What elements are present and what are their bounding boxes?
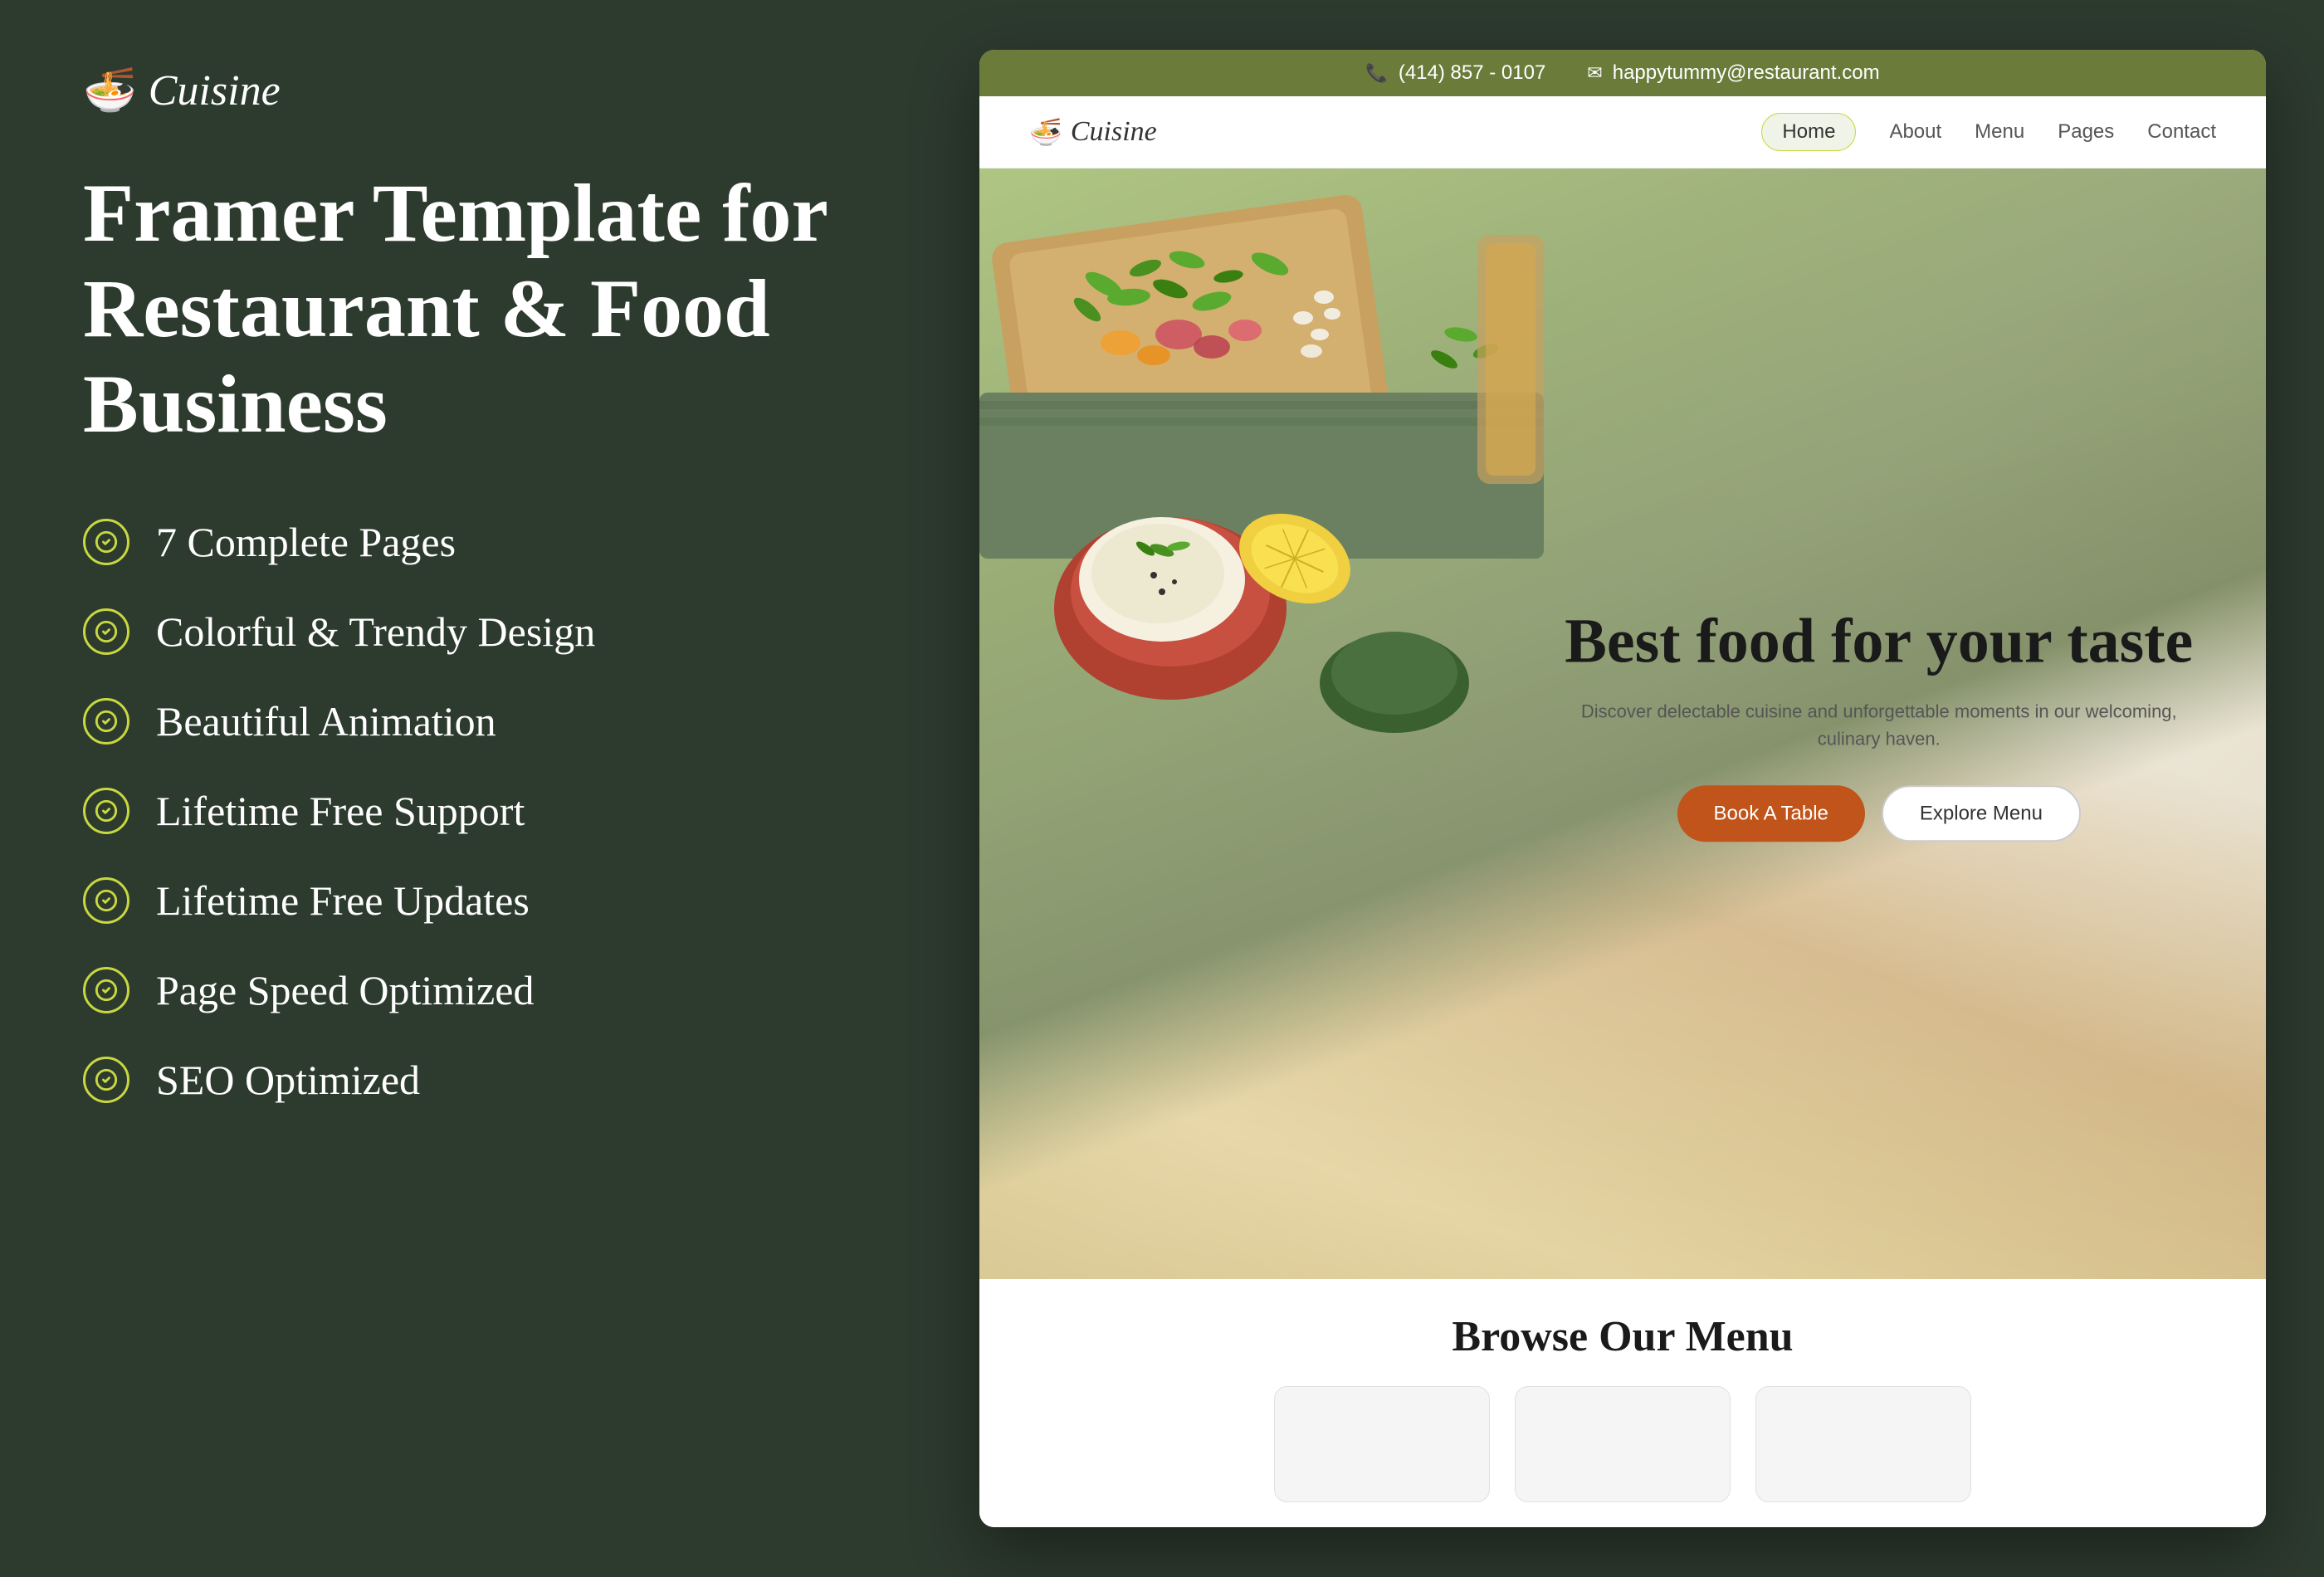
browse-card-3 [1755, 1386, 1971, 1502]
feature-item: SEO Optimized [83, 1056, 830, 1104]
brand-name: Cuisine [149, 66, 281, 115]
nav-link-contact[interactable]: Contact [2147, 120, 2216, 144]
browse-title: Browse Our Menu [1029, 1312, 2216, 1361]
check-icon-1 [83, 519, 129, 565]
check-icon-4 [83, 788, 129, 834]
check-icon-7 [83, 1057, 129, 1103]
feature-label-4: Lifetime Free Support [156, 787, 525, 835]
browse-card-1 [1274, 1386, 1490, 1502]
check-icon-5 [83, 877, 129, 924]
browser-mockup: 📞 (414) 857 - 0107 ✉ happytummy@restaura… [979, 50, 2266, 1527]
brand-icon: 🍜 [83, 70, 137, 113]
topbar-phone: 📞 (414) 857 - 0107 [1365, 61, 1545, 85]
main-title: Framer Template for Restaurant & Food Bu… [83, 165, 830, 452]
email-icon: ✉ [1587, 62, 1602, 84]
nav-link-menu[interactable]: Menu [1975, 120, 2024, 144]
food-illustration [979, 168, 1544, 749]
site-brand-text: Cuisine [1071, 116, 1157, 148]
check-icon-2 [83, 608, 129, 655]
browse-cards [1029, 1386, 2216, 1502]
topbar-email: ✉ happytummy@restaurant.com [1587, 61, 1879, 85]
hero-headline: Best food for your taste [1559, 605, 2200, 677]
main-container: 🍜 Cuisine Framer Template for Restaurant… [0, 0, 2324, 1577]
feature-label-7: SEO Optimized [156, 1056, 420, 1104]
feature-item: Page Speed Optimized [83, 966, 830, 1014]
site-brand: 🍜 Cuisine [1029, 116, 1157, 148]
hero-subtext: Discover delectable cuisine and unforget… [1559, 698, 2200, 753]
nav-link-about[interactable]: About [1889, 120, 1941, 144]
feature-label-1: 7 Complete Pages [156, 518, 456, 566]
feature-label-2: Colorful & Trendy Design [156, 608, 595, 656]
site-nav-links: Home About Menu Pages Contact [1761, 113, 2216, 151]
site-browse-section: Browse Our Menu [979, 1279, 2266, 1527]
hero-text: Best food for your taste Discover delect… [1526, 605, 2234, 842]
feature-label-6: Page Speed Optimized [156, 966, 534, 1014]
site-topbar: 📞 (414) 857 - 0107 ✉ happytummy@restaura… [979, 50, 2266, 96]
nav-link-home[interactable]: Home [1761, 113, 1856, 151]
feature-item: Beautiful Animation [83, 697, 830, 745]
site-navbar: 🍜 Cuisine Home About Menu Pages Contact [979, 96, 2266, 168]
site-hero: Best food for your taste Discover delect… [979, 168, 2266, 1279]
brand-logo: 🍜 Cuisine [83, 66, 830, 115]
phone-icon: 📞 [1365, 62, 1388, 84]
topbar-email-text: happytummy@restaurant.com [1613, 61, 1880, 85]
explore-menu-button[interactable]: Explore Menu [1882, 786, 2081, 842]
check-icon-3 [83, 698, 129, 745]
book-table-button[interactable]: Book A Table [1677, 786, 1865, 842]
check-icon-6 [83, 967, 129, 1013]
browse-card-2 [1515, 1386, 1731, 1502]
feature-item: Lifetime Free Updates [83, 876, 830, 925]
site-brand-icon: 🍜 [1029, 116, 1062, 148]
hero-buttons: Book A Table Explore Menu [1559, 786, 2200, 842]
feature-item: Colorful & Trendy Design [83, 608, 830, 656]
topbar-phone-text: (414) 857 - 0107 [1399, 61, 1545, 85]
left-panel: 🍜 Cuisine Framer Template for Restaurant… [0, 0, 913, 1577]
features-list: 7 Complete Pages Colorful & Trendy Desig… [83, 518, 830, 1104]
right-panel: 📞 (414) 857 - 0107 ✉ happytummy@restaura… [913, 0, 2324, 1577]
feature-item: Lifetime Free Support [83, 787, 830, 835]
feature-item: 7 Complete Pages [83, 518, 830, 566]
feature-label-3: Beautiful Animation [156, 697, 496, 745]
nav-link-pages[interactable]: Pages [2058, 120, 2114, 144]
feature-label-5: Lifetime Free Updates [156, 876, 530, 925]
